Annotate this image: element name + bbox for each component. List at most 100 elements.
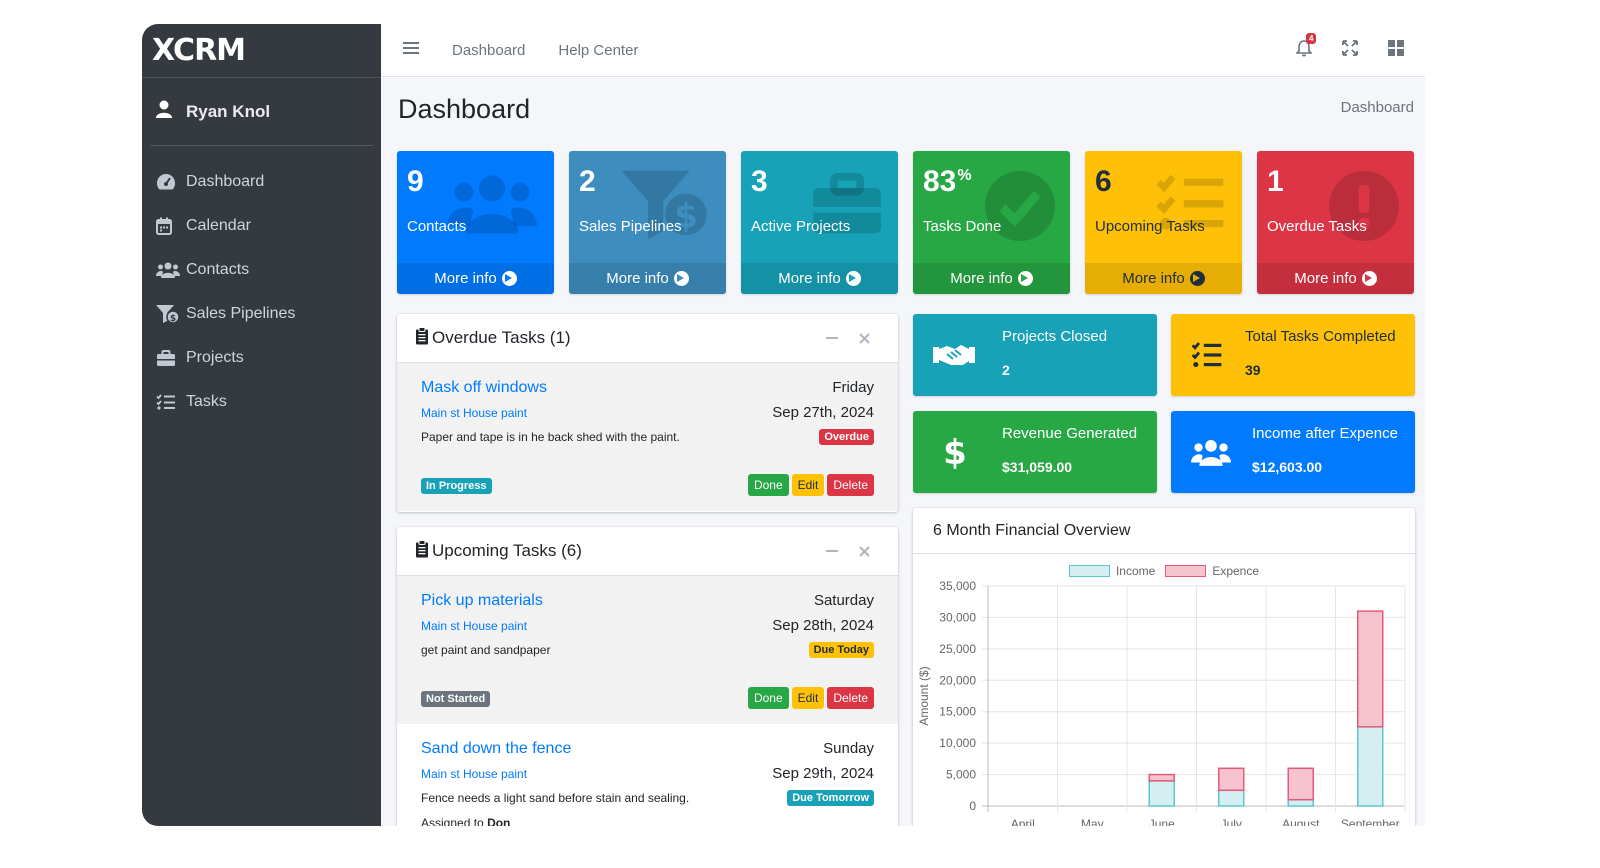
due-badge: Due Today: [808, 642, 874, 658]
task-title-link[interactable]: Mask off windows: [421, 379, 547, 397]
financial-overview-card: 6 Month Financial Overview Income Expenc…: [913, 508, 1415, 826]
bar-expence-july: [1218, 767, 1245, 792]
users-icon: [1191, 411, 1231, 493]
small-box-overdue-tasks: 1 Overdue Tasks More info: [1257, 151, 1414, 294]
brand-logo[interactable]: XCRM: [152, 33, 246, 68]
remove-button[interactable]: [848, 329, 880, 349]
due-badge: Due Tomorrow: [787, 790, 874, 806]
more-info-link[interactable]: More info: [397, 263, 554, 294]
arrow-circle-right-icon: [1017, 271, 1033, 286]
handshake-icon: [933, 314, 975, 396]
delete-button[interactable]: Delete: [827, 687, 874, 709]
done-button[interactable]: Done: [747, 474, 789, 496]
more-info-link[interactable]: More info: [913, 263, 1070, 294]
card-title: Overdue Tasks (1): [432, 328, 571, 347]
y-tick-label: 5,000: [946, 768, 976, 782]
y-tick-label: 25,000: [939, 642, 976, 656]
task-title-link[interactable]: Sand down the fence: [421, 740, 571, 758]
sidebar-item-tasks[interactable]: Tasks: [142, 380, 381, 424]
task-title-link[interactable]: Pick up materials: [421, 592, 543, 610]
task-day: Sunday: [823, 740, 874, 757]
done-button[interactable]: Done: [747, 687, 789, 709]
notifications-button[interactable]: 4: [1281, 33, 1327, 62]
edit-button[interactable]: Edit: [791, 687, 825, 709]
menu-toggle-icon[interactable]: [403, 41, 421, 60]
small-box-label: Contacts: [407, 218, 467, 235]
brand[interactable]: XCRM: [142, 24, 381, 78]
briefcase-icon: [156, 349, 186, 367]
x-tick-label: June: [1149, 817, 1175, 826]
info-box-revenue-generated: $ Revenue Generated $31,059.00: [913, 411, 1157, 493]
small-box-tasks-done: 83% Tasks Done More info: [913, 151, 1070, 294]
bar-income-june: [1148, 780, 1175, 807]
task-date: Sep 29th, 2024: [772, 765, 874, 782]
task-day: Saturday: [813, 592, 874, 609]
app-window: XCRM Ryan Knol Dashboard Calendar Contac…: [142, 24, 1425, 826]
gauge-icon: [156, 173, 186, 191]
small-box-value: 2: [579, 165, 596, 198]
card-header: Upcoming Tasks (6): [397, 527, 898, 576]
x-tick-label: April: [1011, 817, 1035, 826]
remove-button[interactable]: [848, 542, 880, 562]
control-sidebar-button[interactable]: [1373, 40, 1419, 61]
task-item: Pick up materials Main st House paint ge…: [397, 576, 898, 724]
svg-text:$: $: [945, 435, 965, 469]
status-badge: Not Started: [421, 691, 491, 707]
card-title: Upcoming Tasks (6): [432, 541, 582, 560]
breadcrumb[interactable]: Dashboard: [1341, 99, 1414, 116]
sidebar-item-label: Tasks: [186, 393, 227, 410]
y-tick-label: 30,000: [939, 610, 976, 624]
arrow-circle-right-icon: [845, 271, 861, 286]
card-header: Overdue Tasks (1): [397, 314, 898, 363]
sidebar-item-projects[interactable]: Projects: [142, 336, 381, 380]
bar-expence-september: [1357, 610, 1384, 728]
financial-bar-chart: 35,000 30,000 25,000 20,000 15,000 10,000 5,00…: [917, 579, 1406, 826]
more-info-link[interactable]: More info: [1257, 263, 1414, 294]
collapse-button[interactable]: [816, 329, 848, 349]
more-info-link[interactable]: More info: [569, 263, 726, 294]
task-project-link[interactable]: Main st House paint: [421, 767, 527, 781]
collapse-button[interactable]: [816, 542, 848, 562]
info-box-value: 39: [1245, 362, 1261, 378]
dollar-icon: $: [945, 411, 965, 493]
task-project-link[interactable]: Main st House paint: [421, 406, 527, 420]
y-tick-label: 35,000: [939, 579, 976, 593]
user-name[interactable]: Ryan Knol: [186, 102, 270, 122]
sidebar-item-contacts[interactable]: Contacts: [142, 248, 381, 292]
small-box-label: Sales Pipelines: [579, 218, 682, 235]
sidebar-item-label: Calendar: [186, 217, 251, 234]
upcoming-tasks-card: Upcoming Tasks (6) Pick up materials Mai…: [397, 527, 898, 826]
bar-expence-june: [1148, 773, 1175, 782]
task-day: Friday: [832, 379, 874, 396]
sidebar-item-calendar[interactable]: Calendar: [142, 204, 381, 248]
y-tick-label: 20,000: [939, 673, 976, 687]
fullscreen-button[interactable]: [1327, 40, 1373, 61]
delete-button[interactable]: Delete: [827, 474, 874, 496]
percent-unit: %: [957, 167, 972, 184]
y-tick-label: 10,000: [939, 736, 976, 750]
more-info-link[interactable]: More info: [1085, 263, 1242, 294]
more-info-link[interactable]: More info: [741, 263, 898, 294]
task-project-link[interactable]: Main st House paint: [421, 619, 527, 633]
task-actions: Done Edit Delete: [747, 474, 874, 496]
top-link-help-center[interactable]: Help Center: [558, 42, 638, 59]
user-icon: [156, 100, 172, 123]
list-check-icon: [1191, 314, 1223, 396]
calendar-icon: [156, 217, 186, 235]
y-axis-label: Amount ($): [917, 666, 931, 725]
user-panel[interactable]: Ryan Knol: [150, 78, 373, 146]
close-icon: [858, 329, 870, 349]
bar-income-july: [1218, 789, 1245, 807]
x-tick-label: July: [1221, 817, 1242, 826]
info-box-label: Total Tasks Completed: [1245, 328, 1396, 345]
info-box-label: Income after Expence: [1252, 425, 1398, 442]
top-link-dashboard[interactable]: Dashboard: [452, 42, 525, 59]
x-tick-label: May: [1081, 817, 1104, 826]
edit-button[interactable]: Edit: [791, 474, 825, 496]
sidebar-item-dashboard[interactable]: Dashboard: [142, 160, 381, 204]
sidebar-item-sales-pipelines[interactable]: $ Sales Pipelines: [142, 292, 381, 336]
sidebar-nav: Dashboard Calendar Contacts $ Sales Pipe…: [142, 146, 381, 424]
assignee-name: Don: [487, 816, 511, 826]
task-item: Mask off windows Main st House paint Pap…: [397, 363, 898, 511]
x-tick-label: August: [1282, 817, 1320, 826]
